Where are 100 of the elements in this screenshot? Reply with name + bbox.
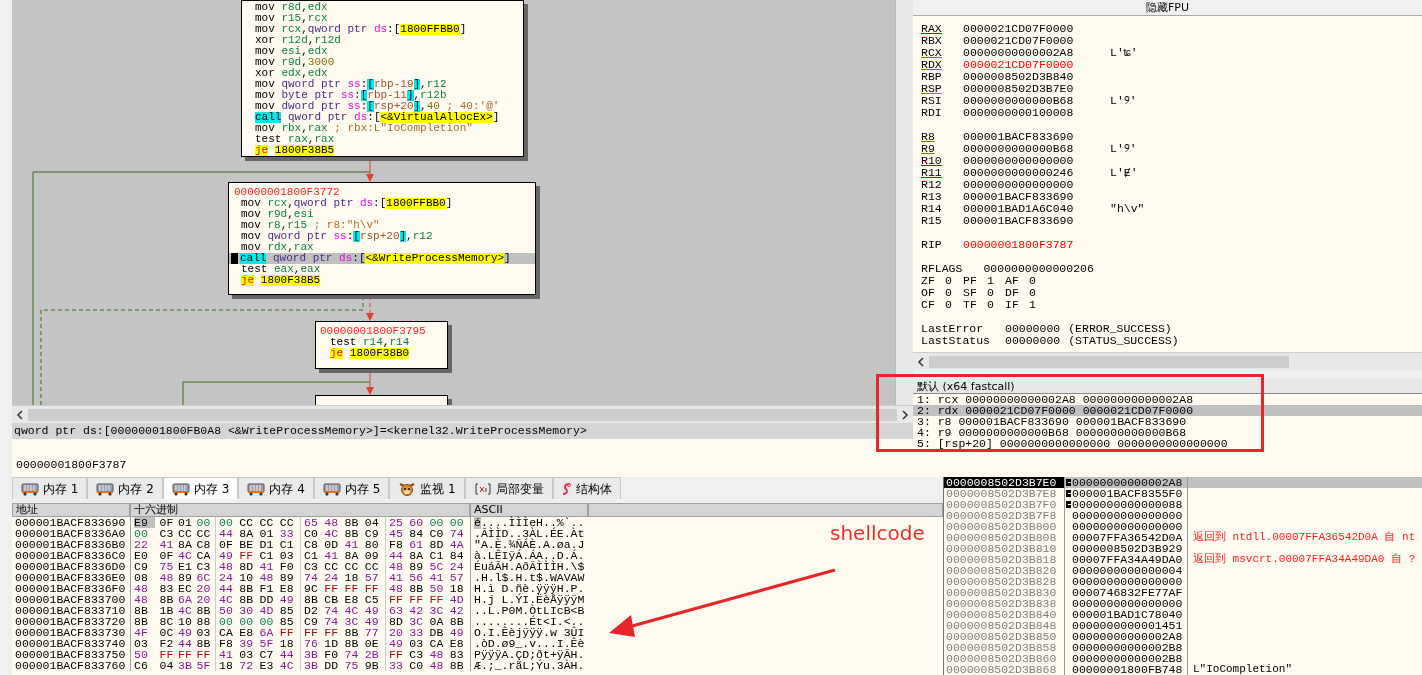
register-value[interactable]: 0000021CD07F0000: [963, 59, 1110, 71]
register-value[interactable]: 000001BACF833690: [963, 131, 1110, 143]
block-address: 00000001800F3795: [319, 326, 427, 337]
register-value[interactable]: 0000021CD07F0000: [963, 23, 1110, 35]
chevron-left-icon[interactable]: [917, 356, 925, 367]
instruction-line[interactable]: mov qword ptr ss:[rbp-19],r12: [242, 79, 523, 90]
flag-value[interactable]: 0: [987, 287, 1005, 299]
flag-value[interactable]: 0: [945, 287, 963, 299]
column-header[interactable]: 地址: [12, 503, 130, 517]
instruction-line[interactable]: mov r8,r15 ; r8:"h\v": [229, 220, 535, 231]
instruction-line[interactable]: mov rdx,rax: [229, 242, 535, 253]
tab[interactable]: 结构体: [552, 477, 621, 499]
stack-address[interactable]: 0000008502D3B808: [944, 532, 1064, 543]
stack-address[interactable]: 0000008502D3B818: [944, 554, 1064, 565]
instruction-line[interactable]: je 1800F38B5: [242, 145, 523, 156]
stack-address[interactable]: 0000008502D3B7E8: [944, 488, 1064, 499]
flag-value[interactable]: 0: [945, 299, 963, 311]
chevron-right-icon[interactable]: [901, 409, 909, 420]
instruction-line[interactable]: mov rcx,qword ptr ds:[1800FFBB0]: [242, 24, 523, 35]
hex-byte: 3B: [304, 649, 319, 660]
argument-row[interactable]: 5: [rsp+20] 0000000000000000 0000000000000000: [913, 438, 1422, 449]
instruction-line[interactable]: mov r15,rcx: [242, 13, 523, 24]
argument-row[interactable]: 1: rcx 00000000000002A8 00000000000002A8: [913, 394, 1422, 405]
instruction-line[interactable]: je 1800F38B5: [229, 275, 535, 286]
stack-address[interactable]: 0000008502D3B820: [944, 565, 1064, 576]
hex-byte: FF: [324, 627, 340, 638]
hex-byte: 18: [219, 660, 234, 671]
flag-value[interactable]: 0: [1029, 287, 1047, 299]
flag-value[interactable]: 1: [987, 275, 1005, 287]
instruction-line[interactable]: mov rbx,rax ; rbx:L"IoCompletion": [242, 123, 523, 134]
tab[interactable]: 内存 2: [87, 477, 163, 499]
flag-value[interactable]: 0: [1029, 275, 1047, 287]
argument-row[interactable]: 2: rdx 0000021CD07F0000 0000021CD07F0000: [913, 405, 1422, 416]
instruction-line[interactable]: xor edx,edx: [242, 68, 523, 79]
column-header[interactable]: ASCII: [470, 503, 588, 517]
stack-value: 0000000000000000: [1072, 598, 1183, 609]
register-value[interactable]: 0000000000000000: [963, 179, 1110, 191]
register-value[interactable]: 0000000000000246: [963, 167, 1110, 179]
ascii-text: ........Ét<I.<..: [470, 616, 588, 627]
stack-address[interactable]: 0000008502D3B7E0: [944, 477, 1064, 488]
tab[interactable]: 内存 4: [238, 477, 314, 499]
hide-fpu-button[interactable]: 隐藏FPU: [913, 0, 1422, 16]
instruction-line[interactable]: call qword ptr ds:[<&VirtualAllocEx>]: [242, 112, 523, 123]
hex-byte: 8D: [429, 539, 445, 550]
instruction-line[interactable]: xor r12d,r12d: [242, 35, 523, 46]
register-value[interactable]: 0000008502D3B840: [963, 71, 1110, 83]
column-header[interactable]: 十六进制: [130, 503, 470, 517]
register-value[interactable]: 00000001800F3787: [963, 239, 1110, 251]
hex-byte: 01: [178, 517, 193, 528]
instruction-line[interactable]: test eax,eax: [229, 264, 535, 275]
stack-address[interactable]: 0000008502D3B7F0: [944, 499, 1064, 510]
stack-address[interactable]: 0000008502D3B828: [944, 576, 1064, 587]
instruction-line[interactable]: mov r9d,esi: [229, 209, 535, 220]
scrollbar[interactable]: [12, 405, 913, 423]
instruction-line[interactable]: test rax,rax: [242, 134, 523, 145]
tab[interactable]: 内存 1: [12, 477, 88, 499]
tab[interactable]: 内存 5: [313, 477, 390, 499]
register-value[interactable]: 0000000000100008: [963, 107, 1110, 119]
stack-address[interactable]: 0000008502D3B868: [944, 664, 1064, 675]
instruction-line[interactable]: mov dword ptr ss:[rsp+20],40 ; 40:'@': [242, 101, 523, 112]
instruction-line[interactable]: mov esi,edx: [242, 46, 523, 57]
register-value[interactable]: 0000000000000B68: [963, 143, 1110, 155]
register-value[interactable]: 000001BACF833690: [963, 215, 1110, 227]
instruction-line[interactable]: mov rcx,qword ptr ds:[1800FFBB0]: [229, 198, 535, 209]
flag-value[interactable]: 0: [987, 299, 1005, 311]
register-value[interactable]: 0000000000000B68: [963, 95, 1110, 107]
stack-address[interactable]: 0000008502D3B800: [944, 521, 1064, 532]
register-value[interactable]: 0000021CD07F0000: [963, 35, 1110, 47]
stack-address[interactable]: 0000008502D3B848: [944, 620, 1064, 631]
argument-row[interactable]: 3: r8 000001BACF833690 000001BACF833690: [913, 416, 1422, 427]
tab[interactable]: 局部变量: [464, 477, 553, 499]
hex-byte: 33: [389, 660, 404, 671]
tab[interactable]: 监视 1: [389, 477, 465, 499]
register-value[interactable]: 0000000000000206: [983, 263, 1094, 275]
stack-address[interactable]: 0000008502D3B858: [944, 642, 1064, 653]
stack-address[interactable]: 0000008502D3B830: [944, 587, 1064, 598]
stack-address[interactable]: 0000008502D3B840: [944, 609, 1064, 620]
tab[interactable]: 内存 3: [162, 477, 239, 499]
stack-address[interactable]: 0000008502D3B860: [944, 653, 1064, 664]
chevron-left-icon[interactable]: [16, 409, 24, 420]
scrollbar[interactable]: [895, 0, 913, 405]
instruction-line[interactable]: mov qword ptr ss:[rsp+20],r12: [229, 231, 535, 242]
instruction-line[interactable]: mov r8d,edx: [242, 2, 523, 13]
instruction-line[interactable]: test r14,r14: [316, 337, 447, 348]
register-value[interactable]: 000001BAD1A6C040: [963, 203, 1110, 215]
register-value[interactable]: 0000000000000000: [963, 155, 1110, 167]
stack-address[interactable]: 0000008502D3B850: [944, 631, 1064, 642]
instruction-line[interactable]: mov r9d,3000: [242, 57, 523, 68]
argument-row[interactable]: 4: r9 0000000000000B68 0000000000000B68: [913, 427, 1422, 438]
instruction-line[interactable]: je 1800F38B0: [316, 348, 447, 359]
flag-value[interactable]: 1: [1029, 299, 1047, 311]
register-value[interactable]: 000001BACF833690: [963, 191, 1110, 203]
stack-address[interactable]: 0000008502D3B7F8: [944, 510, 1064, 521]
stack-address[interactable]: 0000008502D3B838: [944, 598, 1064, 609]
hex-byte: F2: [159, 638, 175, 649]
scrollbar[interactable]: [913, 352, 1422, 370]
stack-address[interactable]: 0000008502D3B810: [944, 543, 1064, 554]
register-value[interactable]: 0000008502D3B7E0: [963, 83, 1110, 95]
flag-value[interactable]: 0: [945, 275, 963, 287]
register-value[interactable]: 00000000000002A8: [963, 47, 1110, 59]
